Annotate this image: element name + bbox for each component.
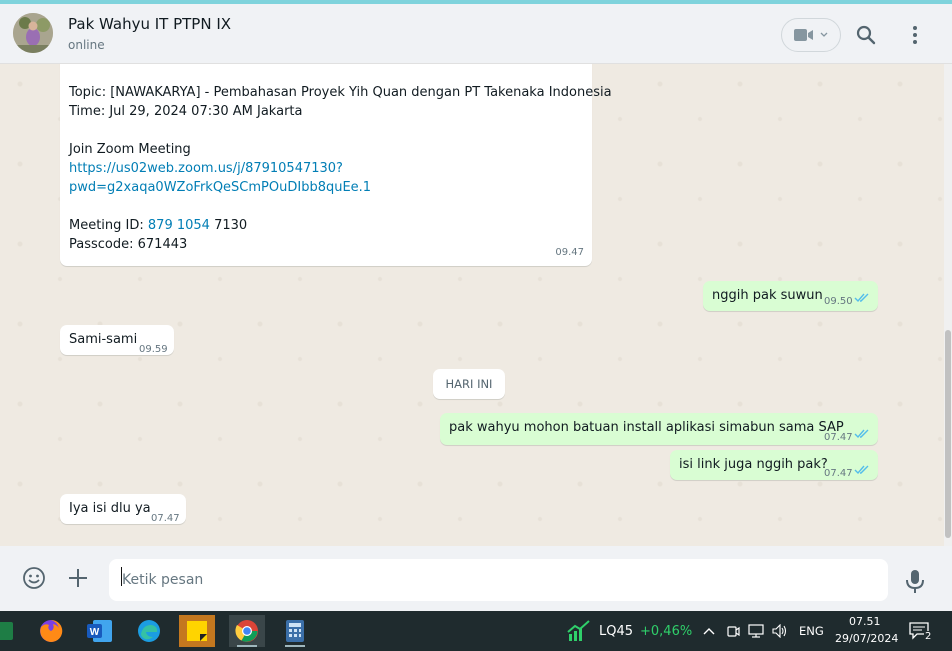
message-time: 09.50 bbox=[824, 296, 853, 307]
message-compose-bar bbox=[0, 546, 952, 611]
network-icon[interactable] bbox=[748, 624, 764, 638]
message-text: isi link juga nggih pak? bbox=[679, 457, 828, 472]
word-icon: W bbox=[87, 620, 112, 642]
taskbar-chrome[interactable] bbox=[229, 615, 265, 647]
message-time: 07.47 bbox=[151, 513, 180, 524]
excel-icon bbox=[0, 622, 13, 640]
chat-messages-panel[interactable]: Topic: [NAWAKARYA] - Pembahasan Proyek Y… bbox=[0, 64, 944, 546]
message-text: pak wahyu mohon batuan install aplikasi … bbox=[449, 420, 844, 435]
read-receipt-icon bbox=[854, 429, 869, 439]
contact-avatar[interactable] bbox=[13, 13, 53, 53]
chevron-up-icon[interactable] bbox=[703, 627, 715, 635]
message-line: Time: Jul 29, 2024 07:30 AM Jakarta bbox=[69, 104, 303, 119]
stock-name[interactable]: LQ45 bbox=[599, 624, 633, 639]
read-receipt-icon bbox=[854, 293, 869, 303]
message-line bbox=[69, 64, 583, 83]
chrome-icon bbox=[235, 620, 258, 642]
stock-change[interactable]: +0,46% bbox=[640, 624, 692, 639]
emoji-button[interactable] bbox=[22, 566, 46, 590]
clock-time[interactable]: 07.51 bbox=[849, 615, 881, 628]
meeting-id-label: Meeting ID: bbox=[69, 218, 148, 233]
more-options-button[interactable] bbox=[905, 22, 925, 48]
microphone-icon bbox=[906, 570, 924, 593]
taskbar-edge[interactable] bbox=[131, 615, 167, 647]
chevron-down-icon bbox=[820, 32, 828, 37]
zoom-link[interactable]: https://us02web.zoom.us/j/87910547130? bbox=[69, 159, 583, 178]
clock-date[interactable]: 29/07/2024 bbox=[835, 632, 898, 645]
read-receipt-icon bbox=[854, 465, 869, 475]
volume-icon[interactable] bbox=[772, 624, 788, 638]
text-caret bbox=[121, 567, 122, 586]
sticky-notes-icon bbox=[187, 621, 207, 641]
search-icon bbox=[856, 25, 876, 45]
more-options-icon bbox=[913, 26, 917, 44]
taskbar-sticky-notes[interactable] bbox=[179, 615, 215, 647]
message-time: 07.47 bbox=[824, 468, 853, 479]
message-line: Join Zoom Meeting bbox=[69, 142, 191, 157]
taskbar-firefox[interactable] bbox=[33, 615, 69, 647]
incoming-message[interactable]: Sami-sami 09.59 bbox=[60, 325, 174, 355]
input-language[interactable]: ENG bbox=[799, 624, 824, 638]
meeting-id-rest: 7130 bbox=[209, 218, 248, 233]
incoming-message[interactable]: Iya isi dlu ya 07.47 bbox=[60, 494, 186, 524]
chat-header: Pak Wahyu IT PTPN IX online bbox=[0, 4, 952, 64]
stock-trend-icon[interactable] bbox=[567, 620, 591, 642]
plus-icon bbox=[69, 569, 87, 587]
message-line: Topic: [NAWAKARYA] - Pembahasan Proyek Y… bbox=[69, 85, 612, 100]
taskbar-word[interactable]: W bbox=[82, 615, 118, 647]
emoji-icon bbox=[23, 567, 45, 589]
edge-icon bbox=[138, 620, 160, 642]
firefox-icon bbox=[40, 619, 63, 642]
contact-name[interactable]: Pak Wahyu IT PTPN IX bbox=[68, 15, 231, 33]
chat-scrollbar[interactable] bbox=[944, 64, 952, 546]
message-text: nggih pak suwun bbox=[712, 288, 823, 303]
message-time: 07.47 bbox=[824, 432, 853, 443]
video-call-icon bbox=[794, 29, 813, 41]
message-text: Sami-sami bbox=[69, 332, 138, 347]
meeting-id-phone-link[interactable]: 879 1054 bbox=[148, 218, 210, 233]
meeting-id-line: Meeting ID: 879 1054 7130 bbox=[69, 216, 583, 235]
svg-text:W: W bbox=[90, 627, 100, 638]
message-input[interactable] bbox=[109, 559, 888, 601]
date-separator: HARI INI bbox=[433, 369, 505, 399]
notification-count: 2 bbox=[924, 631, 933, 642]
outgoing-message[interactable]: isi link juga nggih pak? 07.47 bbox=[670, 450, 878, 480]
message-time: 09.59 bbox=[139, 344, 168, 355]
contact-status: online bbox=[68, 38, 105, 52]
message-time: 09.47 bbox=[555, 247, 584, 258]
message-line: Passcode: 671443 bbox=[69, 237, 188, 252]
outgoing-message[interactable]: pak wahyu mohon batuan install aplikasi … bbox=[440, 413, 878, 445]
calculator-icon bbox=[286, 620, 304, 642]
taskbar-calculator[interactable] bbox=[277, 615, 313, 647]
windows-taskbar: W LQ45 +0,46% ENG 07.51 29/07/2024 2 bbox=[0, 611, 952, 651]
meet-now-icon[interactable] bbox=[726, 624, 740, 638]
attach-button[interactable] bbox=[66, 566, 90, 590]
scrollbar-thumb[interactable] bbox=[945, 330, 951, 538]
message-text: Iya isi dlu ya bbox=[69, 501, 151, 516]
zoom-link[interactable]: pwd=g2xaqa0WZoFrkQeSCmPOuDIbb8quEe.1 bbox=[69, 178, 583, 197]
outgoing-message[interactable]: nggih pak suwun 09.50 bbox=[703, 281, 878, 311]
taskbar-excel[interactable] bbox=[0, 615, 22, 647]
incoming-message-zoom-invite[interactable]: Topic: [NAWAKARYA] - Pembahasan Proyek Y… bbox=[60, 64, 612, 266]
voice-message-button[interactable] bbox=[904, 568, 926, 594]
search-button[interactable] bbox=[853, 22, 879, 48]
video-call-button[interactable] bbox=[781, 18, 841, 52]
